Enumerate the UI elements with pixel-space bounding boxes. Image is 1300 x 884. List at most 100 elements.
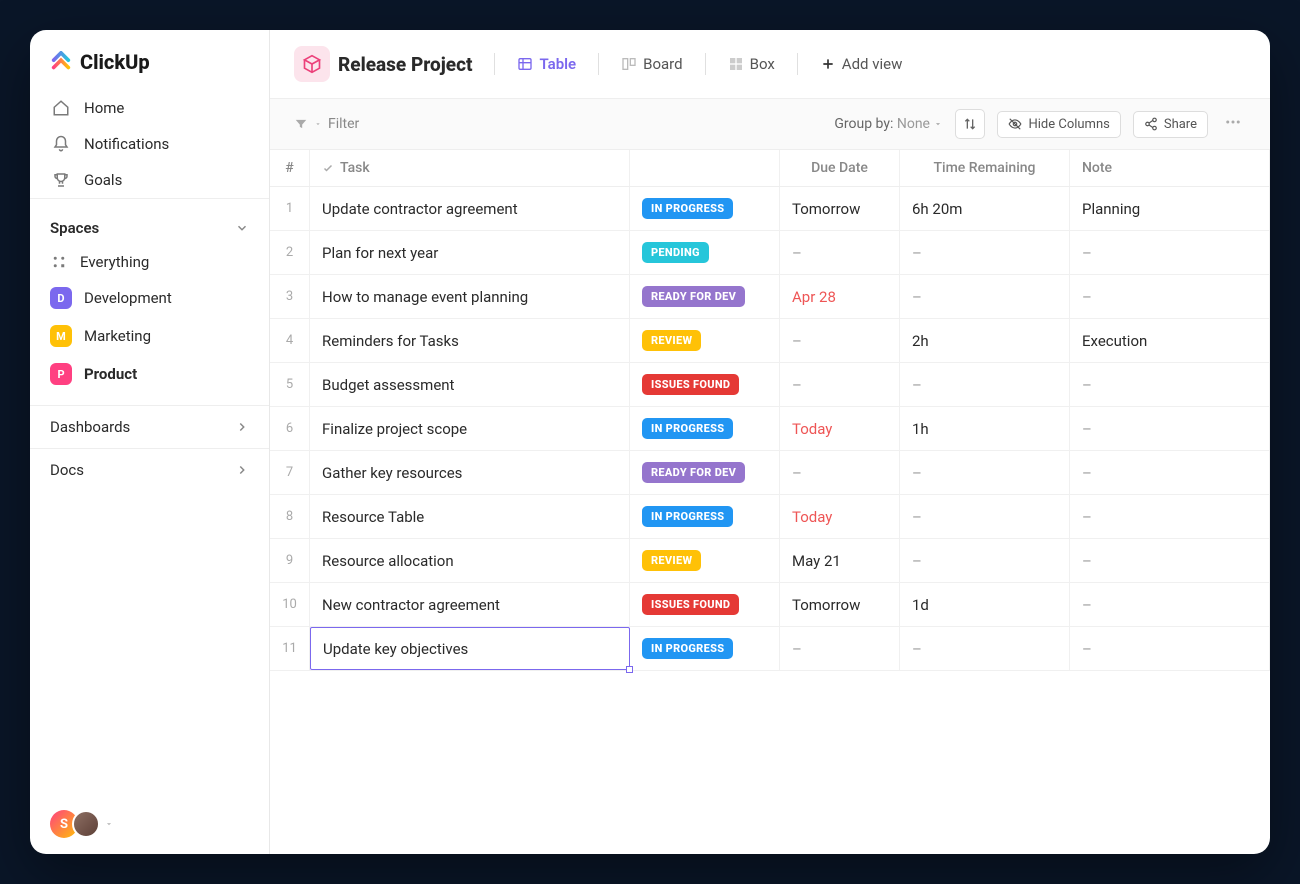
cell-note[interactable]: –	[1070, 495, 1270, 538]
cell-note[interactable]: Execution	[1070, 319, 1270, 362]
cell-due-date[interactable]: Tomorrow	[780, 583, 900, 626]
space-item-product[interactable]: PProduct	[30, 355, 269, 393]
cell-time-remaining[interactable]: 6h 20m	[900, 187, 1070, 230]
col-header-task[interactable]: Task	[310, 150, 630, 186]
cell-time-remaining[interactable]: –	[900, 539, 1070, 582]
cell-due-date[interactable]: –	[780, 319, 900, 362]
cell-due-date[interactable]: –	[780, 231, 900, 274]
cell-note[interactable]: –	[1070, 363, 1270, 406]
cell-due-date[interactable]: –	[780, 627, 900, 670]
cell-status[interactable]: REVIEW	[630, 319, 780, 362]
hide-columns-button[interactable]: Hide Columns	[997, 111, 1120, 138]
cell-status[interactable]: READY FOR DEV	[630, 275, 780, 318]
check-icon	[322, 162, 334, 174]
cell-task[interactable]: Finalize project scope	[310, 407, 630, 450]
table-row[interactable]: 8Resource TableIN PROGRESSToday––	[270, 495, 1270, 539]
cell-task[interactable]: Plan for next year	[310, 231, 630, 274]
table-row[interactable]: 2Plan for next yearPENDING–––	[270, 231, 1270, 275]
cell-task[interactable]: New contractor agreement	[310, 583, 630, 626]
cell-note[interactable]: –	[1070, 451, 1270, 494]
group-by-value: None	[897, 116, 930, 132]
nav-docs[interactable]: Docs	[30, 448, 269, 491]
cell-time-remaining[interactable]: –	[900, 231, 1070, 274]
cell-due-date[interactable]: Tomorrow	[780, 187, 900, 230]
nav-dashboards[interactable]: Dashboards	[30, 405, 269, 448]
group-by-selector[interactable]: Group by: None	[834, 116, 943, 132]
cell-status[interactable]: IN PROGRESS	[630, 627, 780, 670]
cell-status[interactable]: ISSUES FOUND	[630, 583, 780, 626]
cell-status[interactable]: READY FOR DEV	[630, 451, 780, 494]
brand-logo[interactable]: ClickUp	[30, 30, 269, 90]
cell-task[interactable]: Resource Table	[310, 495, 630, 538]
cell-time-remaining[interactable]: –	[900, 451, 1070, 494]
table-row[interactable]: 3How to manage event planningREADY FOR D…	[270, 275, 1270, 319]
table-row[interactable]: 7Gather key resourcesREADY FOR DEV–––	[270, 451, 1270, 495]
cell-note[interactable]: –	[1070, 627, 1270, 670]
resize-handle[interactable]	[626, 666, 633, 673]
cell-task[interactable]: Update contractor agreement	[310, 187, 630, 230]
cell-due-date[interactable]: Apr 28	[780, 275, 900, 318]
cell-time-remaining[interactable]: 2h	[900, 319, 1070, 362]
cell-status[interactable]: IN PROGRESS	[630, 187, 780, 230]
space-item-marketing[interactable]: MMarketing	[30, 317, 269, 355]
more-button[interactable]	[1220, 109, 1246, 139]
nav-home[interactable]: Home	[38, 90, 261, 126]
cell-task[interactable]: Budget assessment	[310, 363, 630, 406]
user-menu[interactable]: S	[30, 794, 269, 854]
col-header-status[interactable]	[630, 150, 780, 186]
col-header-time[interactable]: Time Remaining	[900, 150, 1070, 186]
cell-due-date[interactable]: Today	[780, 407, 900, 450]
cell-note[interactable]: Planning	[1070, 187, 1270, 230]
cell-status[interactable]: IN PROGRESS	[630, 495, 780, 538]
cell-time-remaining[interactable]: –	[900, 495, 1070, 538]
status-badge: READY FOR DEV	[642, 286, 745, 307]
space-item-development[interactable]: DDevelopment	[30, 279, 269, 317]
cell-time-remaining[interactable]: 1h	[900, 407, 1070, 450]
cell-status[interactable]: REVIEW	[630, 539, 780, 582]
table-row[interactable]: 1Update contractor agreementIN PROGRESST…	[270, 187, 1270, 231]
cell-time-remaining[interactable]: 1d	[900, 583, 1070, 626]
cell-status[interactable]: PENDING	[630, 231, 780, 274]
view-table[interactable]: Table	[509, 49, 584, 79]
col-header-number[interactable]: #	[270, 150, 310, 186]
cell-time-remaining[interactable]: –	[900, 275, 1070, 318]
cell-task[interactable]: Reminders for Tasks	[310, 319, 630, 362]
cell-number: 4	[270, 319, 310, 362]
cell-time-remaining[interactable]: –	[900, 627, 1070, 670]
cell-task[interactable]: How to manage event planning	[310, 275, 630, 318]
view-box[interactable]: Box	[720, 49, 783, 79]
cell-note[interactable]: –	[1070, 231, 1270, 274]
table-row[interactable]: 4Reminders for TasksREVIEW–2hExecution	[270, 319, 1270, 363]
space-everything[interactable]: Everything	[30, 245, 269, 279]
share-button[interactable]: Share	[1133, 111, 1208, 138]
sort-button[interactable]	[955, 109, 985, 139]
table-row[interactable]: 6Finalize project scopeIN PROGRESSToday1…	[270, 407, 1270, 451]
cell-due-date[interactable]: May 21	[780, 539, 900, 582]
table-row[interactable]: 5Budget assessmentISSUES FOUND–––	[270, 363, 1270, 407]
cell-note[interactable]: –	[1070, 583, 1270, 626]
col-header-due[interactable]: Due Date	[780, 150, 900, 186]
table-row[interactable]: 10New contractor agreementISSUES FOUNDTo…	[270, 583, 1270, 627]
nav-notifications[interactable]: Notifications	[38, 126, 261, 162]
add-view[interactable]: Add view	[812, 49, 911, 79]
spaces-header[interactable]: Spaces	[30, 211, 269, 245]
cell-task[interactable]: Gather key resources	[310, 451, 630, 494]
cell-due-date[interactable]: –	[780, 451, 900, 494]
view-table-label: Table	[539, 55, 576, 73]
view-board[interactable]: Board	[613, 49, 690, 79]
cell-note[interactable]: –	[1070, 539, 1270, 582]
cell-status[interactable]: IN PROGRESS	[630, 407, 780, 450]
cell-due-date[interactable]: Today	[780, 495, 900, 538]
table-row[interactable]: 11Update key objectivesIN PROGRESS–––	[270, 627, 1270, 671]
cell-time-remaining[interactable]: –	[900, 363, 1070, 406]
cell-note[interactable]: –	[1070, 407, 1270, 450]
cell-task[interactable]: Resource allocation	[310, 539, 630, 582]
filter-button[interactable]: Filter	[294, 116, 359, 132]
cell-note[interactable]: –	[1070, 275, 1270, 318]
cell-task[interactable]: Update key objectives	[310, 627, 630, 670]
cell-status[interactable]: ISSUES FOUND	[630, 363, 780, 406]
nav-goals[interactable]: Goals	[38, 162, 261, 198]
table-row[interactable]: 9Resource allocationREVIEWMay 21––	[270, 539, 1270, 583]
col-header-note[interactable]: Note	[1070, 150, 1270, 186]
cell-due-date[interactable]: –	[780, 363, 900, 406]
